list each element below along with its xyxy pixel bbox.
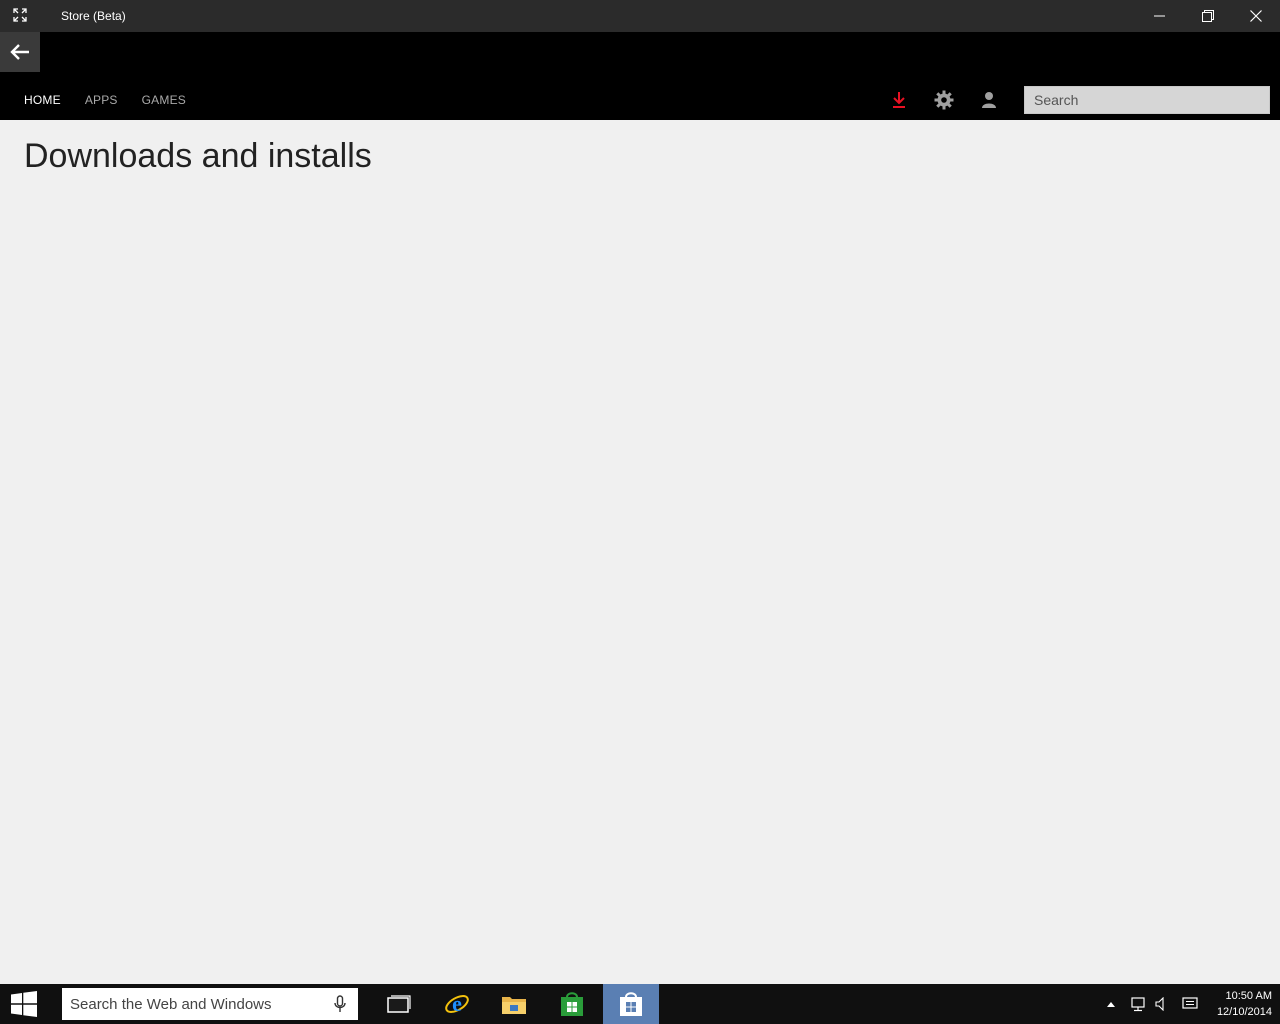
file-explorer-icon [502, 997, 526, 1014]
svg-text:e: e [452, 991, 462, 1016]
tab-games[interactable]: GAMES [142, 92, 186, 108]
taskbar: e [0, 984, 1280, 1024]
back-arrow-icon [10, 44, 29, 60]
search-input[interactable] [1024, 86, 1270, 114]
start-button[interactable] [0, 984, 48, 1024]
tab-home[interactable]: HOME [24, 92, 61, 108]
file-explorer-button[interactable] [486, 984, 542, 1024]
restore-icon [1202, 10, 1214, 22]
windows-logo-icon [11, 991, 37, 1017]
store-beta-icon [620, 992, 642, 1016]
store-icon [561, 992, 583, 1016]
internet-explorer-icon: e [445, 991, 469, 1016]
system-clock[interactable]: 10:50 AM 12/10/2014 [1200, 988, 1272, 1020]
gear-icon[interactable] [932, 88, 956, 112]
clock-time: 10:50 AM [1225, 990, 1272, 1002]
restore-button[interactable] [1185, 0, 1231, 32]
internet-explorer-button[interactable]: e [429, 984, 485, 1024]
download-icon[interactable] [887, 88, 911, 112]
expand-icon[interactable] [12, 8, 28, 24]
clock-date: 12/10/2014 [1216, 1006, 1272, 1018]
main-nav: HOME APPS GAMES [24, 92, 210, 108]
close-icon [1250, 10, 1262, 22]
minimize-icon [1154, 15, 1165, 17]
tab-apps[interactable]: APPS [85, 92, 118, 108]
network-icon[interactable] [1130, 984, 1146, 1024]
account-icon[interactable] [977, 88, 1001, 112]
chevron-up-icon[interactable] [1104, 984, 1118, 1024]
store-button[interactable] [544, 984, 600, 1024]
task-view-button[interactable] [371, 984, 427, 1024]
title-bar: Store (Beta) [0, 0, 1280, 32]
store-beta-button[interactable] [603, 984, 659, 1024]
message-icon[interactable] [1181, 984, 1199, 1024]
taskbar-search-input[interactable] [62, 988, 358, 1020]
app-header: HOME APPS GAMES [0, 32, 1280, 120]
microphone-icon[interactable] [331, 994, 349, 1014]
window-title: Store (Beta) [61, 9, 126, 23]
minimize-button[interactable] [1137, 0, 1183, 32]
close-button[interactable] [1233, 0, 1279, 32]
page-title: Downloads and installs [24, 137, 372, 175]
volume-icon[interactable] [1154, 984, 1168, 1024]
task-view-icon [387, 995, 411, 1013]
back-button[interactable] [0, 32, 40, 72]
